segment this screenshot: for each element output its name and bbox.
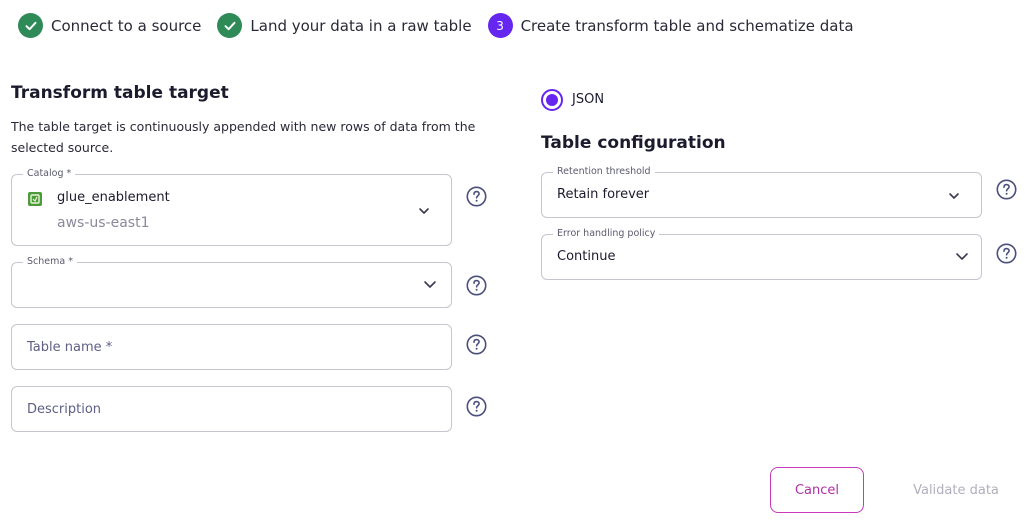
help-circle-icon[interactable] — [996, 179, 1017, 200]
cancel-button[interactable]: Cancel — [770, 467, 864, 513]
chevron-down-icon — [956, 253, 968, 260]
aws-glue-icon — [28, 192, 42, 206]
help-circle-icon[interactable] — [466, 186, 487, 207]
help-circle-icon[interactable] — [996, 243, 1017, 264]
catalog-region: aws-us-east1 — [57, 215, 150, 231]
table-configuration-title: Table configuration — [541, 133, 726, 153]
radio-selected-dot — [546, 94, 558, 106]
description-placeholder: Description — [27, 402, 102, 417]
step-connect-source: Connect to a source — [18, 13, 201, 38]
step-label: Create transform table and schematize da… — [520, 16, 854, 35]
chevron-down-icon — [949, 193, 959, 199]
catalog-value: glue_enablement — [57, 190, 170, 205]
step-number: 3 — [487, 13, 513, 38]
json-radio-label: JSON — [572, 92, 605, 107]
error-policy-legend: Error handling policy — [553, 228, 660, 240]
step-land-raw-table: Land your data in a raw table — [217, 13, 472, 38]
retention-legend: Retention threshold — [553, 166, 655, 178]
stepper: Connect to a source Land your data in a … — [18, 13, 870, 38]
transform-table-target-description: The table target is continuously appende… — [11, 119, 476, 155]
chevron-down-icon — [424, 281, 436, 288]
error-policy-value: Continue — [557, 249, 616, 264]
catalog-select[interactable]: Catalog * glue_enablement aws-us-east1 — [11, 168, 452, 246]
help-circle-icon[interactable] — [466, 334, 487, 355]
step-create-transform-table: 3 Create transform table and schematize … — [487, 13, 854, 38]
json-radio[interactable] — [541, 89, 563, 111]
transform-table-target-title: Transform table target — [11, 83, 229, 103]
step-label: Land your data in a raw table — [250, 16, 472, 35]
check-icon — [217, 13, 243, 38]
catalog-legend: Catalog * — [23, 168, 76, 180]
step-label: Connect to a source — [51, 16, 202, 35]
description-input[interactable]: Description — [11, 386, 452, 432]
schema-legend: Schema * — [23, 256, 77, 268]
validate-data-button[interactable]: Validate data — [897, 467, 1015, 513]
help-circle-icon[interactable] — [466, 275, 487, 296]
table-name-input[interactable]: Table name * — [11, 324, 452, 370]
error-handling-policy-select[interactable]: Error handling policy Continue — [541, 228, 982, 280]
retention-value: Retain forever — [557, 187, 650, 202]
check-icon — [18, 13, 43, 38]
help-circle-icon[interactable] — [466, 396, 487, 417]
chevron-down-icon — [419, 208, 429, 214]
schema-select[interactable]: Schema * — [11, 256, 452, 308]
table-name-placeholder: Table name * — [27, 340, 113, 355]
retention-threshold-select[interactable]: Retention threshold Retain forever — [541, 166, 982, 218]
